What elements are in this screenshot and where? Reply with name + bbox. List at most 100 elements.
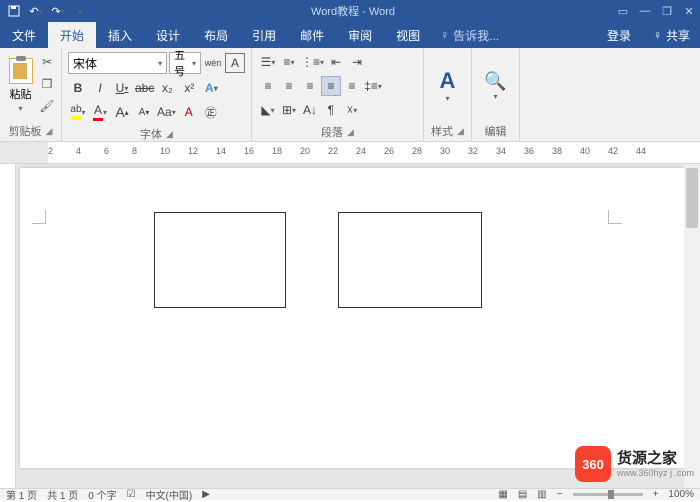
vertical-ruler[interactable] [0,164,16,488]
increase-indent-button[interactable]: ⇥ [347,52,367,72]
search-icon: 🔍 [484,71,506,92]
window-controls: ▭ — ❐ ✕ [612,0,700,22]
zoom-slider[interactable] [573,493,643,496]
underline-button[interactable]: U▾ [112,78,132,98]
watermark-url: www.360hyz j .com [617,468,694,479]
shrink-font-label: A [139,107,146,118]
qat-customize-icon[interactable]: ▾ [70,2,90,20]
numbering-button[interactable]: ≡▾ [279,52,299,72]
scrollbar-thumb[interactable] [686,168,698,228]
text-effects-button[interactable]: A▾ [201,78,221,98]
group-clipboard: 粘贴 ▾ ✂ ❐ 🖌 剪贴板 ◢ [0,48,62,141]
edit-group-label: 编辑 [485,123,507,139]
find-button[interactable]: 🔍 ▾ [476,50,515,121]
vertical-scrollbar[interactable] [684,164,700,488]
case-label: Aa [157,105,172,119]
save-icon[interactable] [4,2,24,20]
tab-layout[interactable]: 布局 [192,22,240,48]
justify-button[interactable]: ≡ [321,76,341,96]
clipboard-group-label: 剪贴板 [9,123,42,139]
character-border-button[interactable]: A [225,53,245,73]
view-print-layout-icon[interactable]: ▤ [518,489,527,500]
font-size-value: 五号 [174,47,192,79]
align-right-button[interactable]: ≡ [300,76,320,96]
minimize-icon[interactable]: — [634,0,656,22]
phonetic-guide-button[interactable]: wén [203,53,223,73]
status-macro-icon[interactable]: ▶ [202,489,210,500]
tab-references[interactable]: 引用 [240,22,288,48]
italic-button[interactable]: I [90,78,110,98]
horizontal-ruler[interactable]: 2468101214161820222426283032343638404244 [0,142,700,164]
change-case-button[interactable]: Aa▾ [156,102,177,122]
multilevel-list-button[interactable]: ⋮≡▾ [300,52,325,72]
borders-button[interactable]: ⊞▾ [279,100,299,120]
font-color-button[interactable]: A▾ [90,102,110,122]
align-left-button[interactable]: ≡ [258,76,278,96]
view-read-mode-icon[interactable]: ▦ [498,489,507,500]
tab-review[interactable]: 审阅 [336,22,384,48]
ribbon-options-icon[interactable]: ▭ [612,0,634,22]
ruler-tick: 6 [104,146,109,156]
styles-gallery-button[interactable]: A ▾ [428,50,467,121]
strikethrough-button[interactable]: abc [134,78,155,98]
dialog-launcher-icon[interactable]: ◢ [347,127,354,138]
copy-icon[interactable]: ❐ [37,74,57,94]
shrink-font-button[interactable]: A▾ [134,102,154,122]
maximize-icon[interactable]: ❐ [656,0,678,22]
tell-me-search[interactable]: ♀ 告诉我... [432,22,595,48]
sort-button[interactable]: A↓ [300,100,320,120]
line-spacing-button[interactable]: ‡≡▾ [363,76,383,96]
asian-layout-button[interactable]: ☓▾ [342,100,362,120]
bullets-button[interactable]: ☰▾ [258,52,278,72]
zoom-out-button[interactable]: − [557,489,563,500]
redo-icon[interactable]: ↷▾ [48,2,68,20]
superscript-button[interactable]: x² [179,78,199,98]
ruler-tick: 40 [580,146,590,156]
enclose-characters-button[interactable]: ㊣ [201,102,221,122]
dialog-launcher-icon[interactable]: ◢ [46,126,53,137]
view-web-layout-icon[interactable]: ▥ [537,489,546,500]
tab-mailings[interactable]: 邮件 [288,22,336,48]
paragraph-group-label: 段落 [321,124,343,140]
shading-button[interactable]: ◣▾ [258,100,278,120]
clear-formatting-button[interactable]: A [179,102,199,122]
share-button[interactable]: ♀共享 [643,22,700,48]
paste-button[interactable]: 粘贴 ▾ [4,50,37,121]
cut-icon[interactable]: ✂ [37,52,57,72]
rectangle-shape[interactable] [154,212,286,308]
dialog-launcher-icon[interactable]: ◢ [457,126,464,137]
rectangle-shape[interactable] [338,212,482,308]
tab-insert[interactable]: 插入 [96,22,144,48]
close-icon[interactable]: ✕ [678,0,700,22]
tab-view[interactable]: 视图 [384,22,432,48]
ruler-tick: 36 [524,146,534,156]
tab-home[interactable]: 开始 [48,22,96,48]
align-center-button[interactable]: ≡ [279,76,299,96]
quick-access-toolbar: ↶▾ ↷▾ ▾ [0,2,94,20]
decrease-indent-button[interactable]: ⇤ [326,52,346,72]
document-area [0,164,700,488]
font-name-value: 宋体 [73,55,97,72]
show-marks-button[interactable]: ¶ [321,100,341,120]
char-border-label: A [231,56,239,70]
undo-icon[interactable]: ↶▾ [26,2,46,20]
tab-design[interactable]: 设计 [144,22,192,48]
format-painter-icon[interactable]: 🖌 [37,96,57,116]
status-spellcheck-icon[interactable]: ☑ [127,489,136,500]
tab-file[interactable]: 文件 [0,22,48,48]
distributed-button[interactable]: ≡ [342,76,362,96]
page-canvas[interactable] [20,168,684,468]
group-edit: 🔍 ▾ 编辑 [472,48,520,141]
subscript-button[interactable]: x₂ [157,78,177,98]
zoom-level[interactable]: 100% [668,489,694,500]
signin-link[interactable]: 登录 [595,22,643,48]
zoom-in-button[interactable]: + [653,489,659,500]
font-size-combo[interactable]: 五号▾ [169,52,201,74]
dialog-launcher-icon[interactable]: ◢ [166,129,173,140]
grow-font-button[interactable]: A▴ [112,102,132,122]
font-name-combo[interactable]: 宋体▾ [68,52,167,74]
highlight-button[interactable]: ab▾ [68,102,88,122]
bold-button[interactable]: B [68,78,88,98]
title-bar: ↶▾ ↷▾ ▾ Word教程 - Word ▭ — ❐ ✕ [0,0,700,22]
ruler-tick: 38 [552,146,562,156]
